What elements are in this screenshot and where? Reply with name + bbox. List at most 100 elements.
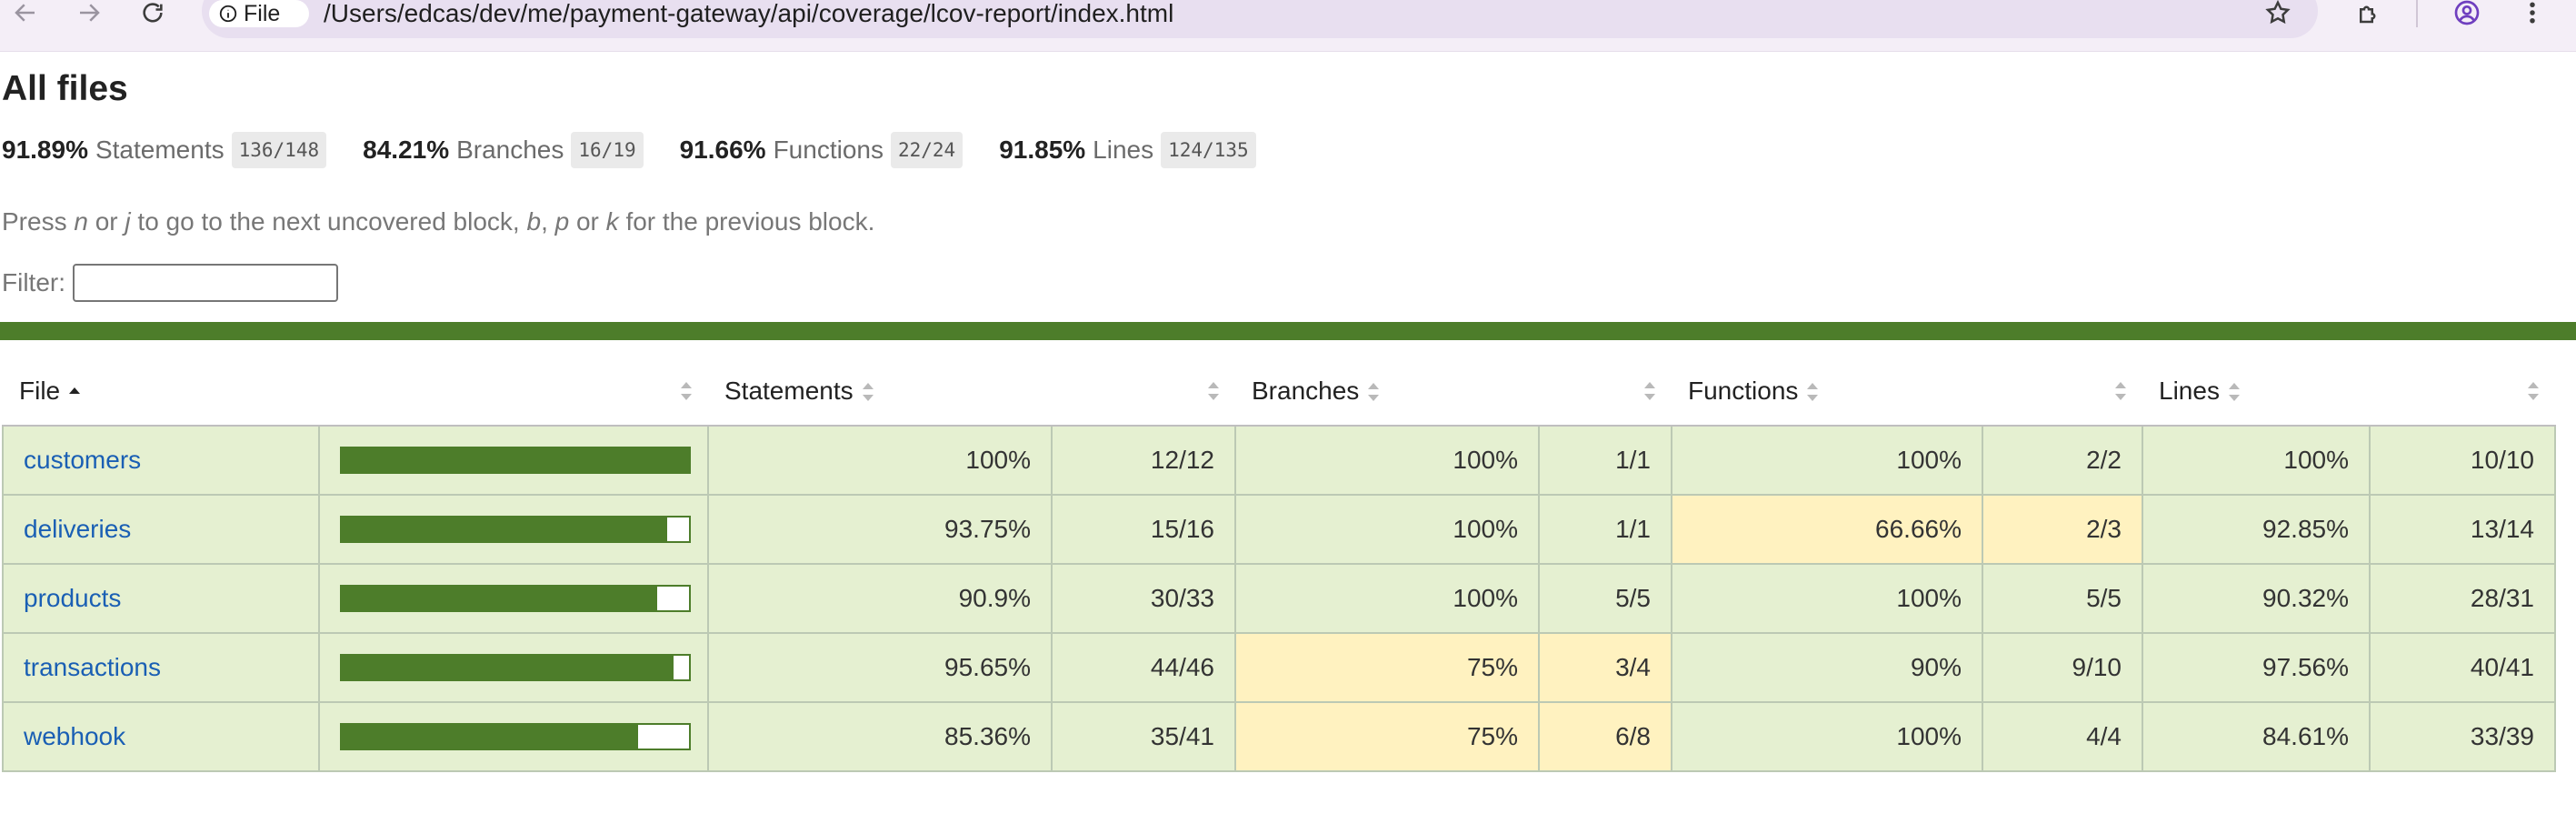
coverage-bar-cell [318,563,709,634]
table-row: transactions 95.65% 44/46 75% 3/4 90% 9/… [2,632,2556,703]
functions-pct: 100% [1671,563,1983,634]
url-text[interactable]: /Users/edcas/dev/me/payment-gateway/api/… [324,0,1173,27]
file-link[interactable]: products [24,584,121,612]
back-icon[interactable] [7,0,44,31]
sort-icon [1208,382,1219,400]
address-bar[interactable]: File /Users/edcas/dev/me/payment-gateway… [202,0,2318,38]
filter-label: Filter: [2,268,65,296]
site-info-chip[interactable]: File [209,0,309,27]
statements-fraction: 30/33 [1051,563,1236,634]
toolbar-divider [2416,0,2418,27]
coverage-status-line [0,322,2576,340]
sort-icon [681,382,692,400]
lines-fraction: 40/41 [2369,632,2556,703]
functions-fraction: 9/10 [1982,632,2143,703]
sort-icon [2528,382,2539,400]
summary-label: Branches [456,136,564,164]
summary-fraction: 124/135 [1161,132,1256,168]
coverage-bar-cell [318,494,709,565]
branches-fraction: 5/5 [1538,563,1672,634]
coverage-bar [340,585,691,612]
functions-pct: 90% [1671,632,1983,703]
table-row: customers 100% 12/12 100% 1/1 100% 2/2 1… [2,425,2556,496]
file-link[interactable]: deliveries [24,515,131,543]
statements-fraction: 15/16 [1051,494,1236,565]
header-statements-raw[interactable] [1052,357,1235,427]
page-title: All files [2,69,128,108]
branches-pct: 100% [1234,563,1540,634]
header-functions[interactable]: Functions [1672,357,1982,427]
file-cell: transactions [2,632,320,703]
summary-functions: 91.66% Functions 22/24 [680,132,964,168]
summary-label: Statements [95,136,225,164]
header-file[interactable]: File [3,357,319,427]
summary-statements: 91.89% Statements 136/148 [2,132,327,168]
table-row: webhook 85.36% 35/41 75% 6/8 100% 4/4 84… [2,701,2556,772]
functions-fraction: 4/4 [1982,701,2143,772]
sort-icon [2228,383,2240,402]
lines-pct: 92.85% [2142,494,2371,565]
coverage-bar-fill [342,587,658,610]
file-cell: customers [2,425,320,496]
branches-pct: 100% [1234,494,1540,565]
sort-icon [1644,382,1655,400]
filter-input[interactable] [73,264,338,302]
chip-label: File [244,0,281,26]
coverage-bar-cell [318,425,709,496]
summary-label: Functions [773,136,884,164]
extensions-puzzle-icon[interactable] [2351,0,2387,31]
coverage-bar-fill [342,448,689,472]
reload-icon[interactable] [135,0,171,31]
sort-ascending-icon [69,383,81,401]
browser-toolbar: File /Users/edcas/dev/me/payment-gateway… [0,0,2576,52]
summary-pct: 91.66% [679,136,766,164]
coverage-bar-cell [318,632,709,703]
header-statements[interactable]: Statements [708,357,1052,427]
summary-fraction: 16/19 [571,132,644,168]
table-row: products 90.9% 30/33 100% 5/5 100% 5/5 9… [2,563,2556,634]
lines-fraction: 13/14 [2369,494,2556,565]
file-link[interactable]: webhook [24,722,125,750]
header-lines-raw[interactable] [2370,357,2555,427]
header-file-bar[interactable] [319,357,708,427]
sort-icon [862,383,874,402]
summary-branches: 84.21% Branches 16/19 [363,132,644,168]
statements-pct: 90.9% [707,563,1053,634]
coverage-bar [340,516,691,543]
functions-pct: 100% [1671,425,1983,496]
header-functions-raw[interactable] [1982,357,2142,427]
coverage-bar [340,723,691,750]
summary-fraction: 136/148 [231,132,327,168]
branches-fraction: 1/1 [1538,425,1672,496]
forward-icon[interactable] [71,0,107,31]
file-link[interactable]: transactions [24,653,161,681]
functions-pct: 100% [1671,701,1983,772]
summary-pct: 91.85% [999,136,1086,164]
branches-fraction: 6/8 [1538,701,1672,772]
sort-icon [1807,383,1819,402]
header-branches[interactable]: Branches [1235,357,1539,427]
statements-pct: 100% [707,425,1053,496]
profile-avatar-icon[interactable] [2449,0,2485,31]
lines-fraction: 33/39 [2369,701,2556,772]
header-branches-raw[interactable] [1539,357,1672,427]
coverage-summary: 91.89% Statements 136/148 84.21% Branche… [2,130,1293,170]
file-cell: deliveries [2,494,320,565]
lines-pct: 97.56% [2142,632,2371,703]
lines-fraction: 28/31 [2369,563,2556,634]
branches-pct: 75% [1234,632,1540,703]
summary-label: Lines [1093,136,1154,164]
branches-pct: 75% [1234,701,1540,772]
bookmark-star-icon[interactable] [2260,0,2296,31]
filter-row: Filter: [2,264,338,302]
header-lines[interactable]: Lines [2142,357,2370,427]
coverage-bar-fill [342,725,639,749]
functions-pct: 66.66% [1671,494,1983,565]
coverage-bar-fill [342,656,674,679]
file-link[interactable]: customers [24,446,141,474]
functions-fraction: 2/3 [1982,494,2143,565]
more-menu-icon[interactable] [2514,0,2551,31]
summary-fraction: 22/24 [890,132,964,168]
lines-fraction: 10/10 [2369,425,2556,496]
coverage-bar [340,447,691,474]
